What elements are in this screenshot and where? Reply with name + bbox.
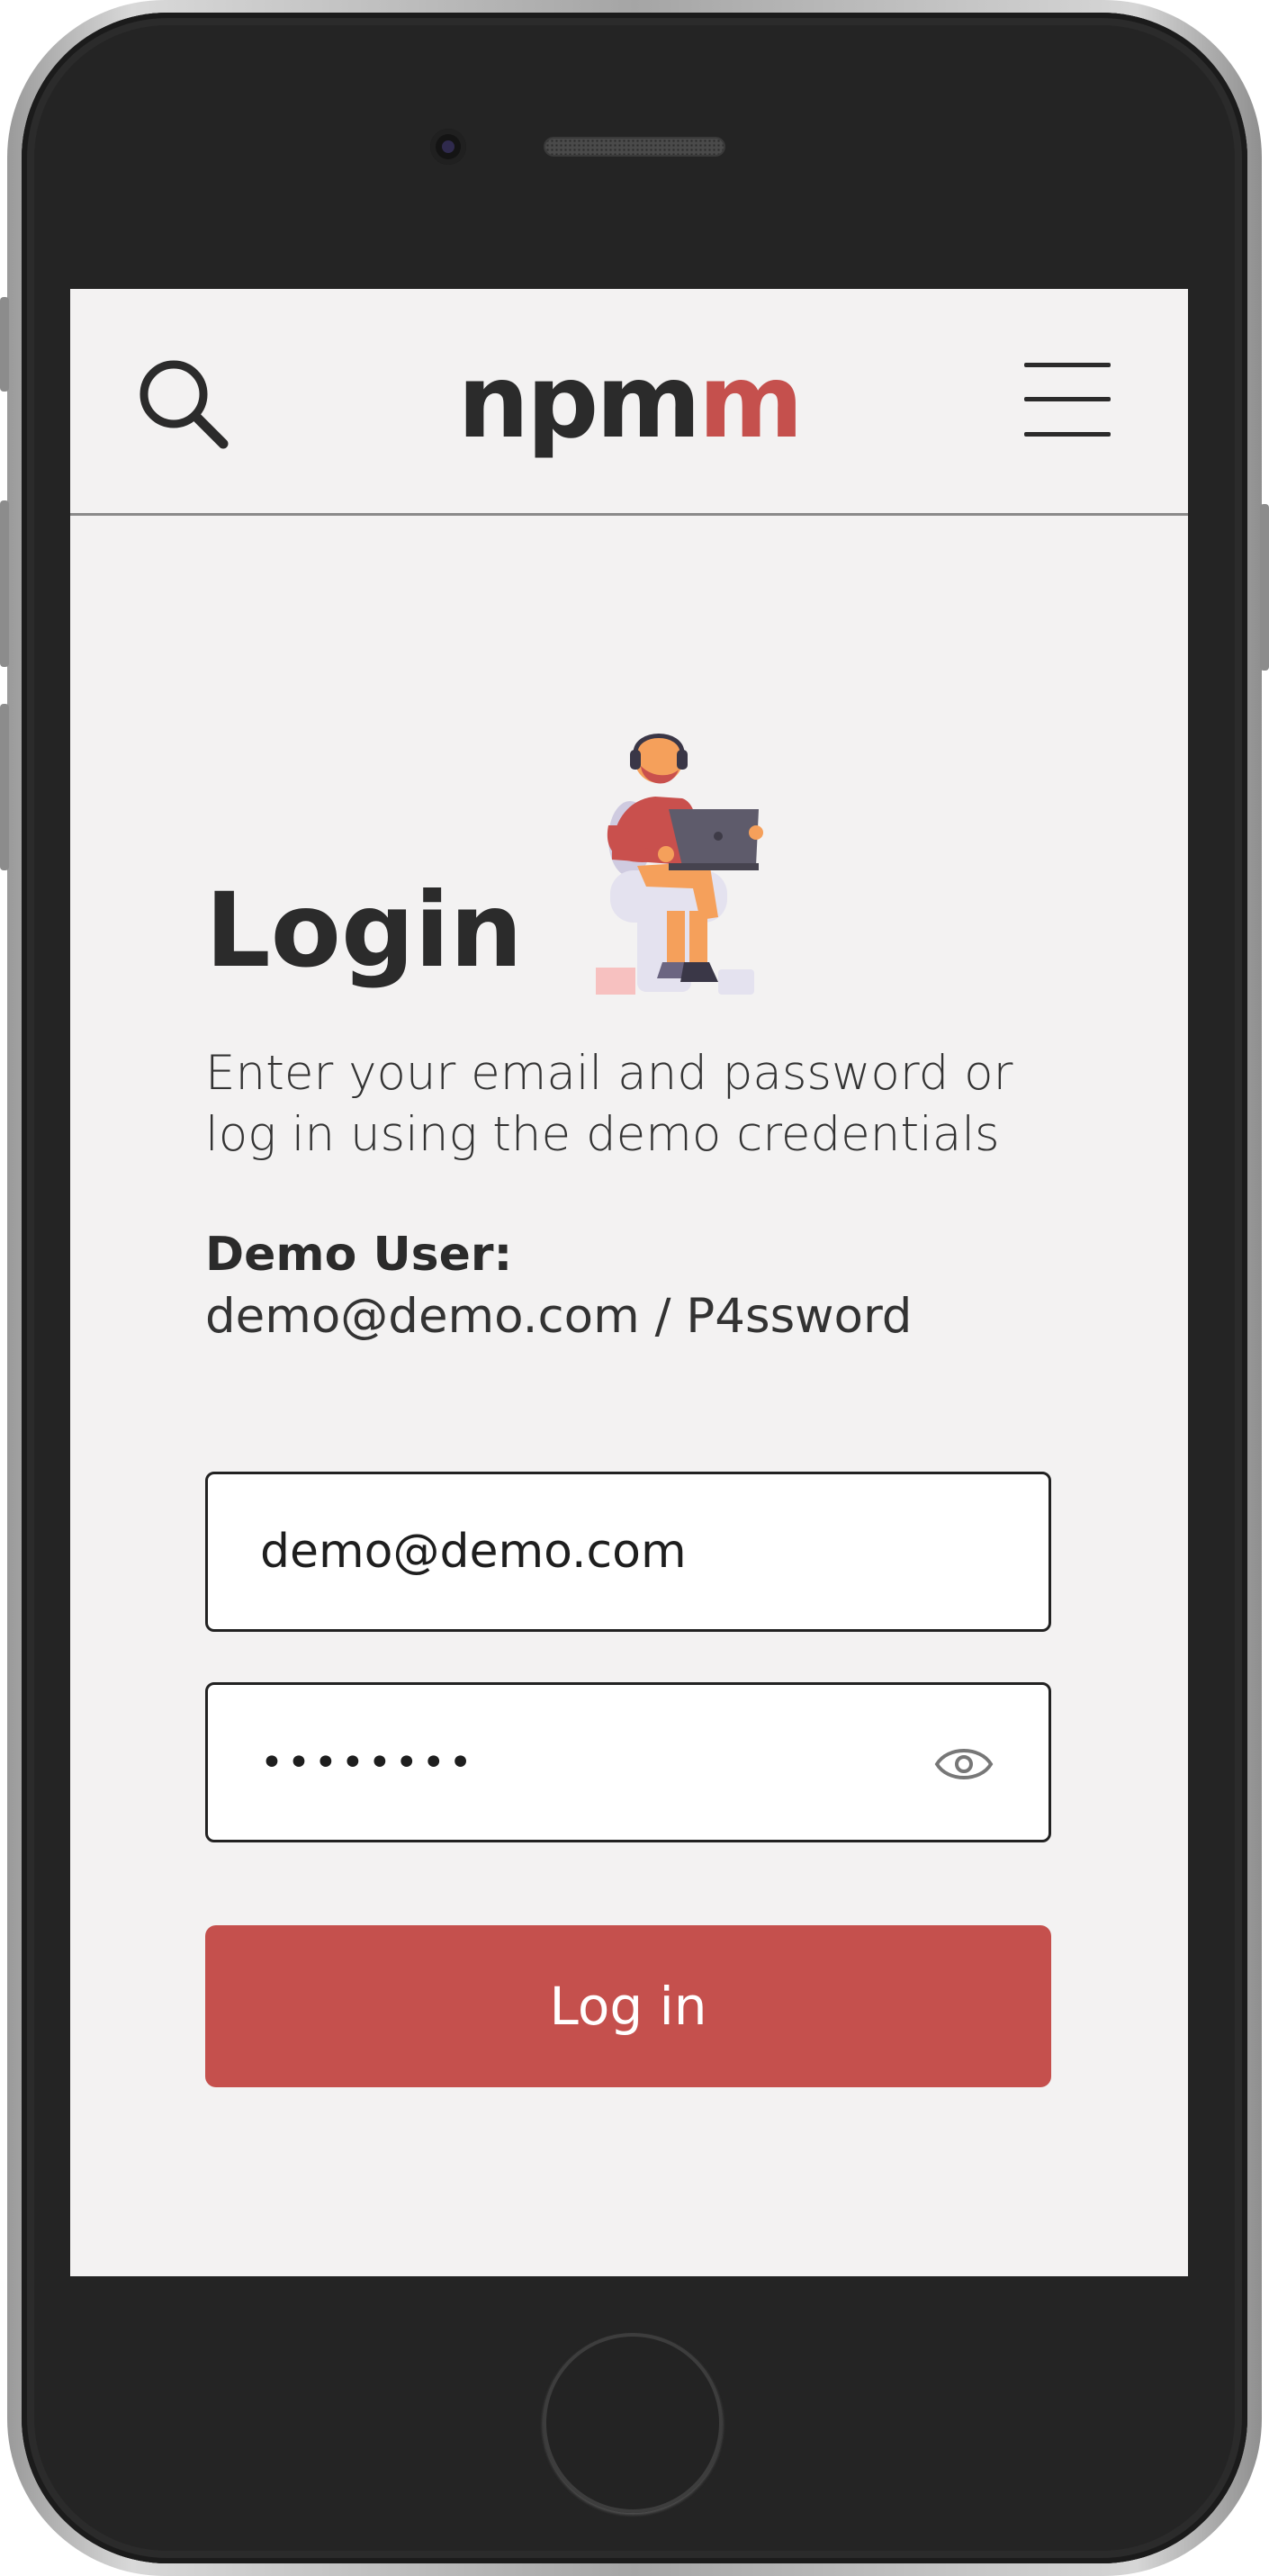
login-instructions: Enter your email and password or log in … (205, 1046, 1013, 1162)
earpiece-speaker (544, 137, 725, 157)
app-logo[interactable]: npmm (70, 339, 1188, 465)
app-screen: npmm Login Enter your email and password… (70, 289, 1188, 2276)
email-input[interactable] (260, 1474, 944, 1629)
demo-user-label: Demo User: (205, 1228, 513, 1282)
email-field[interactable] (205, 1472, 1051, 1632)
password-input[interactable] (260, 1685, 944, 1840)
person-with-laptop-illustration (596, 734, 763, 995)
volume-up-button (0, 500, 9, 667)
hamburger-menu-icon[interactable] (1024, 361, 1111, 438)
mute-switch (0, 297, 9, 392)
home-button[interactable] (543, 2333, 723, 2513)
page-title: Login (205, 870, 523, 990)
power-button (1260, 504, 1269, 671)
front-camera (430, 129, 466, 165)
eye-icon[interactable] (933, 1737, 994, 1791)
app-header: npmm (70, 289, 1188, 516)
password-field[interactable] (205, 1682, 1051, 1842)
demo-credentials-text: demo@demo.com / P4ssword (205, 1289, 913, 1344)
login-button[interactable]: Log in (205, 1925, 1051, 2087)
volume-down-button (0, 704, 9, 870)
